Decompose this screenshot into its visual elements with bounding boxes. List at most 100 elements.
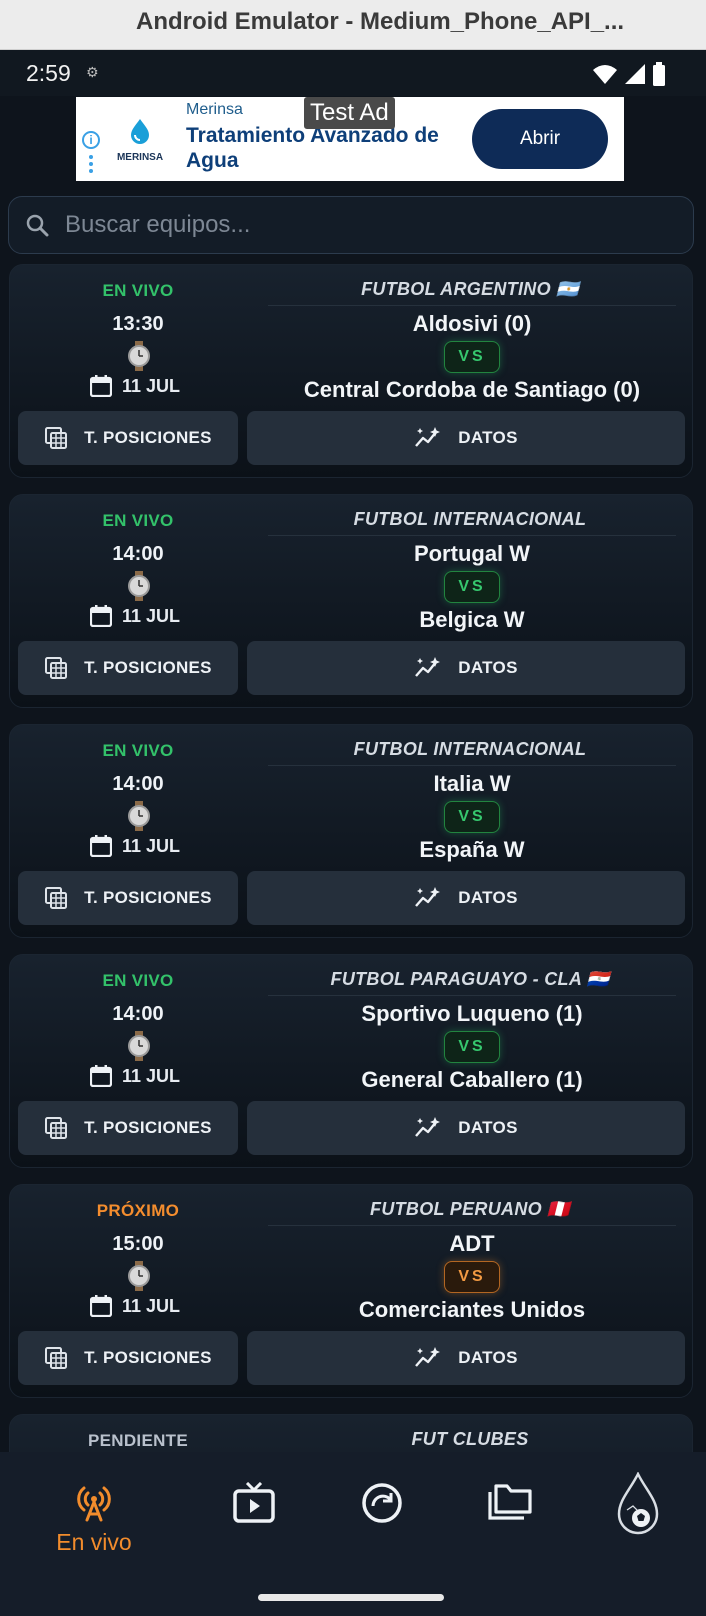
nav-refresh[interactable] [334,1482,430,1529]
emulator-titlebar: Android Emulator - Medium_Phone_API_... [0,0,706,50]
away-team: España W [419,837,525,862]
search-bar[interactable]: Buscar equipos... [8,196,694,254]
match-card[interactable]: EN VIVO 14:00 11 JUL FUTBOL INTERNACIONA… [9,494,693,708]
stats-sparkle-icon [415,1347,441,1367]
match-status: EN VIVO [102,741,174,760]
stats-button[interactable]: DATOS [247,871,685,925]
broadcast-icon [77,1486,111,1522]
table-icon [45,887,68,909]
refresh-circle-icon [362,1483,402,1523]
stats-button[interactable]: DATOS [247,1101,685,1155]
nav-tv[interactable] [206,1481,302,1529]
stats-button[interactable]: DATOS [247,641,685,695]
ad-info-icon[interactable]: i [82,131,100,149]
away-team: Belgica W [419,607,525,632]
notification-icon: ⚙ [86,64,99,80]
card-divider [268,765,676,766]
watch-icon [128,571,150,601]
away-team: Central Cordoba de Santiago (0) [303,377,641,402]
stats-label: DATOS [458,888,518,907]
standings-button[interactable]: T. POSICIONES [18,641,238,695]
nav-folder[interactable] [462,1482,558,1527]
match-date: 11 JUL [90,835,180,857]
date-label: 11 JUL [122,375,181,396]
nav-live[interactable]: En vivo [46,1482,142,1556]
ad-brand: MERINSA [116,152,164,163]
test-ad-label: Test Ad [304,97,395,129]
match-list[interactable]: EN VIVO 13:30 11 JUL FUTBOL ARGENTINO 🇦🇷… [0,260,706,1452]
date-label: 11 JUL [122,1065,181,1086]
stats-label: DATOS [458,658,518,677]
card-divider [268,1225,676,1226]
table-icon [45,1117,68,1139]
standings-label: T. POSICIONES [84,658,212,677]
card-divider [268,305,676,306]
match-time: 14:00 [112,543,164,565]
folder-icon [488,1484,532,1520]
match-status: EN VIVO [102,971,174,990]
stats-label: DATOS [458,428,518,447]
watch-icon [128,801,150,831]
stats-button[interactable]: DATOS [247,1331,685,1385]
gesture-home-bar[interactable] [258,1594,444,1601]
stats-sparkle-icon [415,427,441,447]
stats-sparkle-icon [415,657,441,677]
battery-icon [653,62,665,86]
nav-live-label: En vivo [56,1529,132,1555]
date-label: 11 JUL [122,835,181,856]
match-card[interactable]: EN VIVO 14:00 11 JUL FUTBOL INTERNACIONA… [9,724,693,938]
nav-soccer[interactable] [590,1471,686,1543]
standings-label: T. POSICIONES [84,1348,212,1367]
calendar-icon [90,1295,112,1317]
match-date: 11 JUL [90,375,180,397]
ad-sponsor: Merinsa [186,101,243,118]
match-status: EN VIVO [102,281,174,300]
match-date: 11 JUL [90,1065,180,1087]
standings-button[interactable]: T. POSICIONES [18,411,238,465]
match-status: PRÓXIMO [96,1201,180,1220]
wifi-icon [593,65,617,84]
home-team: Italia W [433,771,511,796]
match-time: 13:30 [112,313,164,335]
calendar-icon [90,1065,112,1087]
match-time: 14:00 [112,1003,164,1025]
match-card[interactable]: EN VIVO 13:30 11 JUL FUTBOL ARGENTINO 🇦🇷… [9,264,693,478]
away-team: Comerciantes Unidos [358,1297,586,1322]
stats-button[interactable]: DATOS [247,411,685,465]
league-name: FUTBOL ARGENTINO 🇦🇷 [361,279,579,299]
league-name: FUTBOL PARAGUAYO - CLA 🇵🇾 [330,969,610,989]
date-label: 11 JUL [122,1295,181,1316]
calendar-icon [90,835,112,857]
home-team: Sportivo Luqueno (1) [361,1001,583,1026]
home-team: Aldosivi (0) [412,311,532,336]
match-card[interactable]: PRÓXIMO 15:00 11 JUL FUTBOL PERUANO 🇵🇪 A… [9,1184,693,1398]
standings-button[interactable]: T. POSICIONES [18,871,238,925]
soccer-drop-icon [617,1471,659,1535]
ad-open-button[interactable]: Abrir [472,109,608,169]
standings-label: T. POSICIONES [84,1118,212,1137]
league-name: FUTBOL INTERNACIONAL [353,509,587,529]
window-title: Android Emulator - Medium_Phone_API_... [136,8,625,35]
standings-button[interactable]: T. POSICIONES [18,1331,238,1385]
match-date: 11 JUL [90,1295,180,1317]
vs-badge: VS [444,1031,500,1063]
match-status: EN VIVO [102,511,174,530]
table-icon [45,657,68,679]
standings-button[interactable]: T. POSICIONES [18,1101,238,1155]
vs-badge: VS [444,571,500,603]
vs-badge: VS [444,1261,500,1293]
match-card[interactable]: PENDIENTE FUT CLUBES [9,1414,693,1452]
table-icon [45,1347,68,1369]
ad-headline[interactable]: Tratamiento Avanzado de Agua [186,123,466,173]
stats-sparkle-icon [415,887,441,907]
status-bar: 2:59 ⚙ [0,50,706,96]
match-time: 15:00 [112,1233,164,1255]
match-card[interactable]: EN VIVO 14:00 11 JUL FUTBOL PARAGUAYO - … [9,954,693,1168]
search-input[interactable]: Buscar equipos... [65,211,250,239]
away-team: General Caballero (1) [361,1067,583,1092]
stats-sparkle-icon [415,1117,441,1137]
ad-menu-icon[interactable] [89,155,93,173]
match-date: 11 JUL [90,605,180,627]
card-divider [268,535,676,536]
match-time: 14:00 [112,773,164,795]
